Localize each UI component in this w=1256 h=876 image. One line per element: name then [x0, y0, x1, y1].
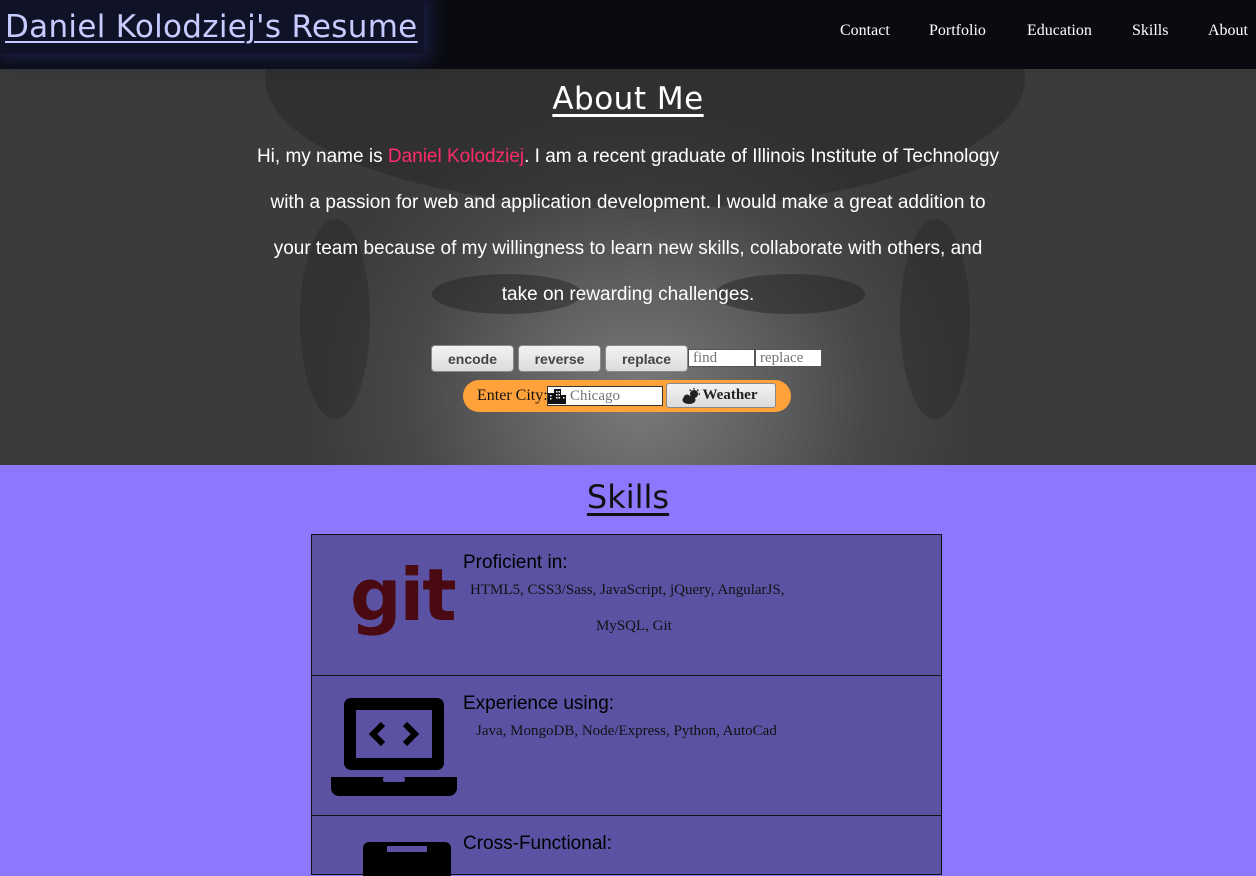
about-title: About Me: [552, 81, 704, 117]
skill-list-line: HTML5, CSS3/Sass, JavaScript, jQuery, An…: [470, 582, 785, 598]
laptop-code-icon: [331, 698, 457, 796]
nav-link-skills[interactable]: Skills: [1132, 22, 1168, 40]
about-line: with a passion for web and application d…: [270, 192, 986, 213]
top-navbar: Daniel Kolodziej's Resume Contact Portfo…: [0, 0, 1256, 69]
about-section: About Me Hi, my name is Daniel Kolodziej…: [0, 69, 1256, 465]
nav-link-contact[interactable]: Contact: [840, 22, 890, 40]
skill-list-line: MySQL, Git: [596, 618, 672, 634]
briefcase-icon: [363, 842, 451, 876]
site-brand-link[interactable]: Daniel Kolodziej's Resume: [0, 0, 424, 54]
skill-card-experience: Experience using: Java, MongoDB, Node/Ex…: [311, 675, 942, 816]
about-line: take on rewarding challenges.: [501, 284, 755, 305]
git-logo-text: git: [350, 553, 457, 637]
skill-card-cross-functional: Cross-Functional:: [311, 815, 942, 876]
nav-link-education[interactable]: Education: [1027, 22, 1092, 40]
replace-input[interactable]: [755, 349, 822, 367]
about-intro-suffix: . I am a recent graduate of Illinois Ins…: [524, 146, 1000, 167]
weather-button[interactable]: Weather: [666, 383, 776, 408]
about-line: your team because of my willingness to l…: [273, 238, 983, 259]
weather-button-label: Weather: [702, 387, 758, 403]
about-intro-line: Hi, my name is Daniel Kolodziej. I am a …: [0, 146, 1256, 168]
weather-icon: [682, 388, 700, 404]
skills-title: Skills: [586, 478, 670, 516]
skill-heading: Proficient in:: [463, 552, 568, 573]
nav-link-portfolio[interactable]: Portfolio: [929, 22, 986, 40]
skill-heading: Experience using:: [463, 693, 615, 714]
encode-button[interactable]: encode: [431, 345, 514, 372]
city-label: Enter City:: [477, 387, 548, 404]
about-intro-prefix: Hi, my name is: [256, 146, 388, 167]
replace-button[interactable]: replace: [605, 345, 688, 372]
city-icon: [548, 389, 566, 404]
skill-heading: Cross-Functional:: [463, 833, 612, 854]
weather-form: Enter City: Weather: [463, 380, 791, 412]
reverse-button[interactable]: reverse: [518, 345, 601, 372]
nav-link-about[interactable]: About: [1208, 22, 1248, 40]
git-icon: git: [350, 555, 457, 655]
skill-list-line: Java, MongoDB, Node/Express, Python, Aut…: [476, 723, 777, 739]
skill-card-proficient: git Proficient in: HTML5, CSS3/Sass, Jav…: [311, 534, 942, 676]
about-highlight-name: Daniel Kolodziej: [387, 146, 525, 167]
find-input[interactable]: [688, 349, 755, 367]
